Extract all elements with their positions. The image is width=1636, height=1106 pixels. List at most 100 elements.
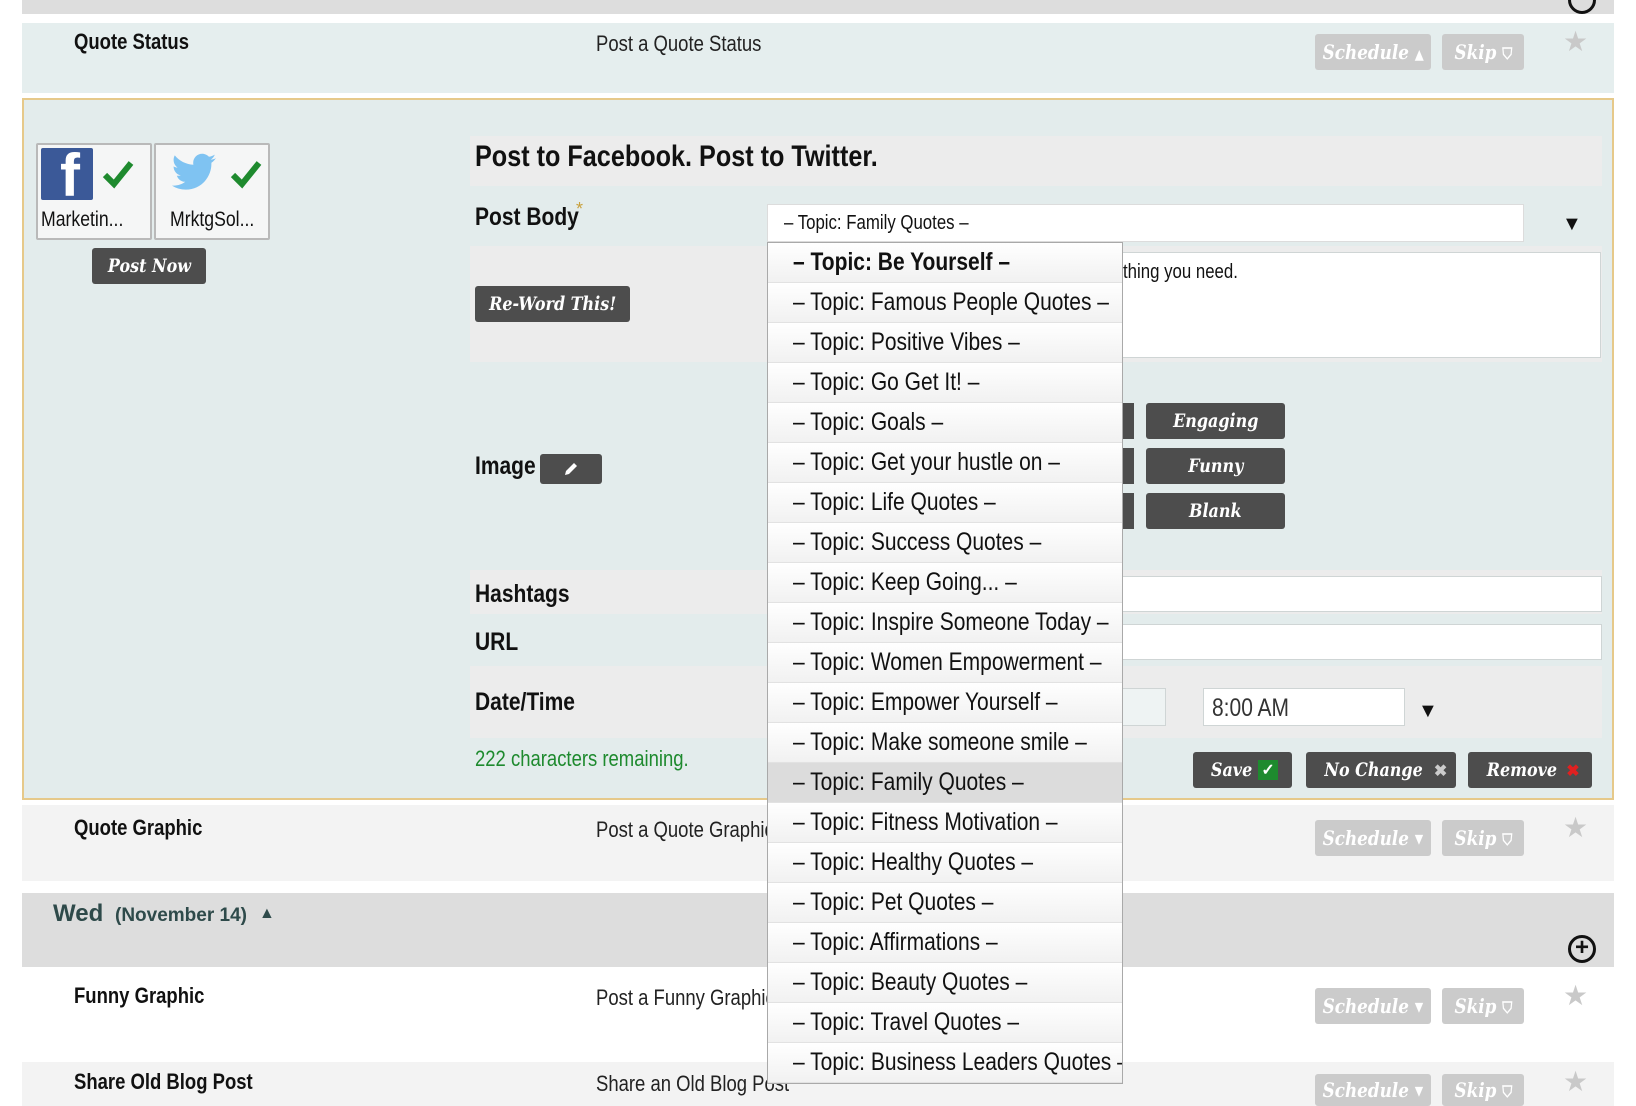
close-icon: ✖ [1433,760,1448,780]
topic-option-label: – Topic: Get your hustle on – [793,448,1060,476]
schedule-button[interactable]: Schedule ▾ [1315,820,1431,856]
topic-option[interactable]: – Topic: Business Leaders Quotes – [768,1043,1122,1083]
pencil-icon [565,463,577,475]
skip-button[interactable]: Skip ⛉ [1442,820,1524,856]
facebook-icon: f [41,148,93,200]
add-circle-icon[interactable]: + [1568,935,1596,963]
required-asterisk: * [576,199,584,219]
topic-option-label: – Topic: Make someone smile – [793,728,1087,756]
topic-option-label: – Topic: Healthy Quotes – [793,848,1034,876]
account-name: MrktgSol... [170,208,255,231]
time-select[interactable]: 8:00 AM [1203,688,1405,726]
topic-option-label: – Topic: Pet Quotes – [793,888,994,916]
topic-dropdown-list[interactable]: – Topic: Be Yourself – – Topic: Famous Pe… [767,242,1123,1084]
post-now-button[interactable]: Post Now [92,248,206,284]
dropdown-arrow-icon[interactable]: ▼ [1562,213,1582,236]
row-title: Quote Status [74,29,190,54]
account-twitter[interactable]: MrktgSol... [154,143,270,240]
topic-option[interactable]: – Topic: Get your hustle on – [768,443,1122,483]
post-body-textarea[interactable]: thing you need. [1100,252,1601,358]
url-input[interactable] [1100,624,1602,660]
schedule-button[interactable]: Schedule ▾ [1315,1074,1431,1106]
characters-remaining: 222 characters remaining. [475,746,689,771]
star-icon[interactable]: ★ [1563,811,1588,844]
topic-option-label: – Topic: Women Empowerment – [793,648,1102,676]
topic-option[interactable]: – Topic: Famous People Quotes – [768,283,1122,323]
row-title: Funny Graphic [74,983,205,1008]
topic-option[interactable]: – Topic: Healthy Quotes – [768,843,1122,883]
star-icon[interactable]: ★ [1563,979,1588,1012]
thumbs-down-icon: ⛉ [1501,1082,1512,1101]
remove-button[interactable]: Remove ✖ [1468,752,1592,788]
close-icon: ✖ [1566,760,1580,780]
thumbs-down-icon: ⛉ [1501,44,1512,63]
topic-select[interactable]: – Topic: Family Quotes – [767,204,1524,242]
schedule-button[interactable]: Schedule ▲ [1315,34,1431,70]
thumbs-down-icon: ⛉ [1501,998,1512,1017]
reword-button[interactable]: Re-Word This! [475,286,630,322]
topic-option[interactable]: – Topic: Affirmations – [768,923,1122,963]
row-title: Share Old Blog Post [74,1069,253,1094]
skip-button[interactable]: Skip ⛉ [1442,988,1524,1024]
day-name: Wed [53,900,104,927]
account-facebook[interactable]: f Marketin... [36,143,152,240]
topic-option[interactable]: – Topic: Pet Quotes – [768,883,1122,923]
twitter-bird-icon [172,153,216,190]
topic-option-label: – Topic: Travel Quotes – [793,1008,1020,1036]
topic-option[interactable]: – Topic: Be Yourself – [768,243,1122,283]
date-time-label: Date/Time [475,688,575,716]
checkmark-icon [102,161,134,189]
topic-option[interactable]: – Topic: Inspire Someone Today – [768,603,1122,643]
hashtags-input[interactable] [1100,576,1602,612]
down-arrow-icon: ▾ [1414,1078,1424,1102]
topic-option[interactable]: – Topic: Goals – [768,403,1122,443]
skip-button[interactable]: Skip ⛉ [1442,34,1524,70]
topic-option[interactable]: – Topic: Go Get It! – [768,363,1122,403]
down-arrow-icon: ▾ [1414,994,1424,1018]
blank-style-button[interactable]: Blank [1146,493,1285,529]
topic-option[interactable]: – Topic: Success Quotes – [768,523,1122,563]
funny-style-button[interactable]: Funny [1146,448,1285,484]
topic-option[interactable]: – Topic: Life Quotes – [768,483,1122,523]
topic-option-label: – Topic: Positive Vibes – [793,328,1020,356]
topic-option[interactable]: – Topic: Make someone smile – [768,723,1122,763]
topic-option[interactable]: – Topic: Beauty Quotes – [768,963,1122,1003]
schedule-button[interactable]: Schedule ▾ [1315,988,1431,1024]
topic-option-label: – Topic: Inspire Someone Today – [793,608,1109,636]
topic-option-label: – Topic: Beauty Quotes – [793,968,1028,996]
topic-option-label: – Topic: Success Quotes – [793,528,1042,556]
topic-option[interactable]: – Topic: Positive Vibes – [768,323,1122,363]
topic-option-label: – Topic: Fitness Motivation – [793,808,1058,836]
day-date: (November 14) [115,905,247,926]
no-change-button[interactable]: No Change ✖ [1306,752,1456,788]
save-button[interactable]: Save ✓ [1193,752,1292,788]
topic-option[interactable]: – Topic: Women Empowerment – [768,643,1122,683]
editor-heading: Post to Facebook. Post to Twitter. [475,140,878,173]
skip-button[interactable]: Skip ⛉ [1442,1074,1524,1106]
topic-option[interactable]: – Topic: Fitness Motivation – [768,803,1122,843]
edit-image-button[interactable] [540,454,602,484]
topic-option-label: – Topic: Business Leaders Quotes – [793,1048,1123,1076]
topic-option[interactable]: – Topic: Keep Going... – [768,563,1122,603]
topic-option-label: – Topic: Affirmations – [793,928,998,956]
topic-option-label: – Topic: Goals – [793,408,944,436]
topic-option-label: – Topic: Be Yourself – [793,248,1011,276]
hashtags-label: Hashtags [475,580,570,608]
star-icon[interactable]: ★ [1563,25,1588,58]
topic-option[interactable]: – Topic: Empower Yourself – [768,683,1122,723]
star-icon[interactable]: ★ [1563,1065,1588,1098]
time-dropdown-arrow-icon[interactable]: ▼ [1418,700,1438,723]
topic-option-label: – Topic: Empower Yourself – [793,688,1058,716]
topic-option-label: – Topic: Life Quotes – [793,488,996,516]
topic-option-label: – Topic: Famous People Quotes – [793,288,1109,316]
account-name: Marketin... [41,208,124,231]
down-arrow-icon: ▾ [1414,826,1424,850]
thumbs-down-icon: ⛉ [1501,830,1512,849]
topic-option[interactable]: – Topic: Family Quotes – [768,763,1122,803]
topic-option-label: – Topic: Go Get It! – [793,368,980,396]
row-description: Post a Quote Status [596,31,762,56]
collapse-arrow-icon[interactable]: ▲ [259,905,275,923]
checkmark-icon [230,161,262,189]
engaging-style-button[interactable]: Engaging [1146,403,1285,439]
topic-option[interactable]: – Topic: Travel Quotes – [768,1003,1122,1043]
